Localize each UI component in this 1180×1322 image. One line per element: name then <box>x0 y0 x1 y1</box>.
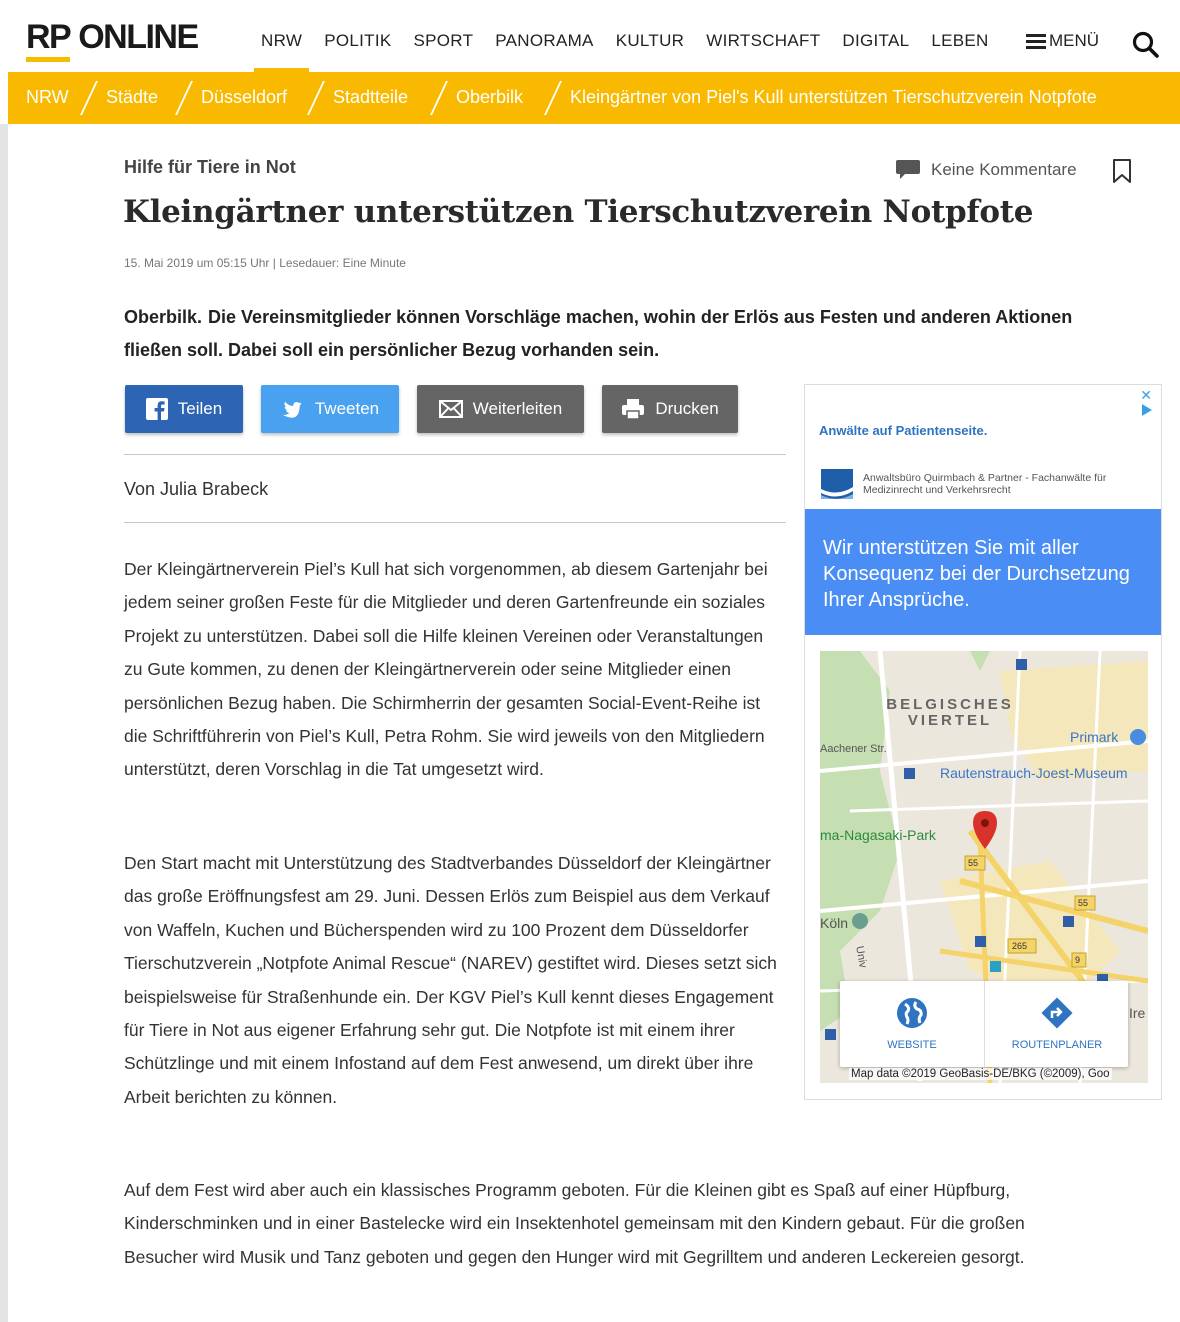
breadcrumb-stadtteile[interactable]: Stadtteile <box>333 72 408 122</box>
road-shield-55: 55 <box>1078 898 1089 908</box>
article-headline: Kleingärtner unterstützen Tierschutzvere… <box>123 194 1034 230</box>
mail-share-button[interactable]: Weiterleiten <box>417 385 584 433</box>
divider <box>124 522 786 523</box>
article-paragraph-1: Der Kleingärtnerverein Piel’s Kull hat s… <box>124 559 768 780</box>
breadcrumb-duesseldorf[interactable]: Düsseldorf <box>201 72 287 122</box>
site-header: RP ONLINE NRW POLITIK SPORT PANORAMA KUL… <box>0 0 1180 72</box>
website-label: WEBSITE <box>887 1039 937 1051</box>
nav-item-digital[interactable]: DIGITAL <box>831 0 920 72</box>
road-shield-9: 9 <box>1075 955 1081 965</box>
ad-title[interactable]: Anwälte auf Patientenseite. <box>819 423 987 438</box>
road-shield-55: 55 <box>968 858 979 868</box>
facebook-share-label: Teilen <box>177 399 223 418</box>
article-paragraph-3: Auf dem Fest wird aber auch ein klassisc… <box>124 1180 1025 1267</box>
map-label-district: BELGISCHES VIERTEL <box>886 696 1014 729</box>
twitter-share-label: Tweeten <box>314 399 380 418</box>
nav-item-panorama[interactable]: PANORAMA <box>484 0 604 72</box>
nav-item-sport[interactable]: SPORT <box>403 0 485 72</box>
print-label: Drucken <box>655 399 719 418</box>
logo-online: ONLINE <box>78 18 199 56</box>
road-shield-265: 265 <box>1012 941 1028 951</box>
map-label-koeln: Köln <box>820 915 849 931</box>
article-teaser: Oberbilk. Die Vereinsmitglieder können Vo… <box>124 301 1084 367</box>
article-paragraph-2: Den Start macht mit Unterstützung des St… <box>124 853 777 1107</box>
advertiser-logo <box>821 469 853 499</box>
map-actions: WEBSITE ROUTENPLANER <box>840 981 1128 1067</box>
nav-item-nrw[interactable]: NRW <box>250 0 313 72</box>
envelope-icon <box>438 400 463 418</box>
facebook-share-button[interactable]: Teilen <box>125 385 243 433</box>
breadcrumb-current: Kleingärtner von Piel's Kull unterstütze… <box>570 87 1097 107</box>
hamburger-icon <box>1026 34 1046 49</box>
bookmark-icon[interactable] <box>1112 158 1132 184</box>
breadcrumb-separator <box>307 81 325 115</box>
comment-icon <box>896 160 920 179</box>
ad-advertiser: Anwaltsbüro Quirmbach & Partner - Fachan… <box>863 472 1107 496</box>
twitter-icon <box>282 401 302 418</box>
facebook-icon <box>145 398 168 420</box>
breadcrumb-staedte[interactable]: Städte <box>106 72 158 122</box>
directions-icon <box>1041 997 1073 1029</box>
map-label-ire: Ire <box>1129 1005 1146 1021</box>
printer-icon <box>622 399 645 420</box>
article-author: Von Julia Brabeck <box>124 479 269 499</box>
print-button[interactable]: Drucken <box>602 385 738 433</box>
breadcrumb-separator <box>430 81 448 115</box>
left-rail <box>0 124 8 1322</box>
map-attribution: Map data ©2019 GeoBasis-DE/BKG (©2009), … <box>849 1068 1112 1080</box>
breadcrumb-separator <box>80 81 98 115</box>
ad-choices-icon[interactable] <box>1142 404 1152 416</box>
logo-rp: RP <box>26 18 72 62</box>
comments-label: Keine Kommentare <box>931 160 1077 179</box>
menu-button[interactable]: MENÜ <box>1026 31 1099 51</box>
route-planner-button[interactable]: ROUTENPLANER <box>984 981 1128 1067</box>
breadcrumb-separator <box>544 81 562 115</box>
twitter-share-button[interactable]: Tweeten <box>261 385 399 433</box>
route-planner-label: ROUTENPLANER <box>1011 1039 1103 1051</box>
globe-icon <box>897 998 927 1028</box>
nav-item-politik[interactable]: POLITIK <box>313 0 402 72</box>
teaser-location: Oberbilk. <box>124 307 203 327</box>
menu-label: MENÜ <box>1049 31 1100 50</box>
nav-item-wirtschaft[interactable]: WIRTSCHAFT <box>695 0 831 72</box>
map-label-street: Aachener Str. <box>820 743 887 755</box>
map-label-park: ma-Nagasaki-Park <box>820 827 936 843</box>
article-kicker: Hilfe für Tiere in Not <box>124 157 296 177</box>
breadcrumb-oberbilk[interactable]: Oberbilk <box>456 72 523 122</box>
map-label-museum: Rautenstrauch-Joest-Museum <box>940 765 1128 781</box>
website-button[interactable]: WEBSITE <box>840 981 984 1067</box>
site-logo[interactable]: RP ONLINE <box>26 18 199 62</box>
teaser-text: Die Vereinsmitglieder können Vorschläge … <box>124 307 1073 360</box>
comments-link[interactable]: Keine Kommentare <box>895 159 1077 181</box>
breadcrumb: NRW Städte Düsseldorf Stadtteile Oberbil… <box>8 72 1180 124</box>
map-label-primark: Primark <box>1070 729 1119 745</box>
article-meta: 15. Mai 2019 um 05:15 Uhr | Lesedauer: E… <box>124 256 406 270</box>
breadcrumb-nrw[interactable]: NRW <box>26 72 69 122</box>
mail-share-label: Weiterleiten <box>472 399 563 418</box>
search-icon[interactable] <box>1131 30 1161 60</box>
nav-item-leben[interactable]: LEBEN <box>920 0 999 72</box>
nav-item-kultur[interactable]: KULTUR <box>605 0 696 72</box>
ad-close-icon[interactable]: ✕ <box>1140 387 1152 404</box>
divider <box>124 454 786 455</box>
breadcrumb-separator <box>175 81 193 115</box>
main-nav: NRW POLITIK SPORT PANORAMA KULTUR WIRTSC… <box>250 0 1000 72</box>
advertisement[interactable]: ✕ Anwälte auf Patientenseite. Anwaltsbür… <box>804 384 1162 1100</box>
ad-headline[interactable]: Wir unterstützen Sie mit aller Konsequen… <box>823 535 1143 613</box>
